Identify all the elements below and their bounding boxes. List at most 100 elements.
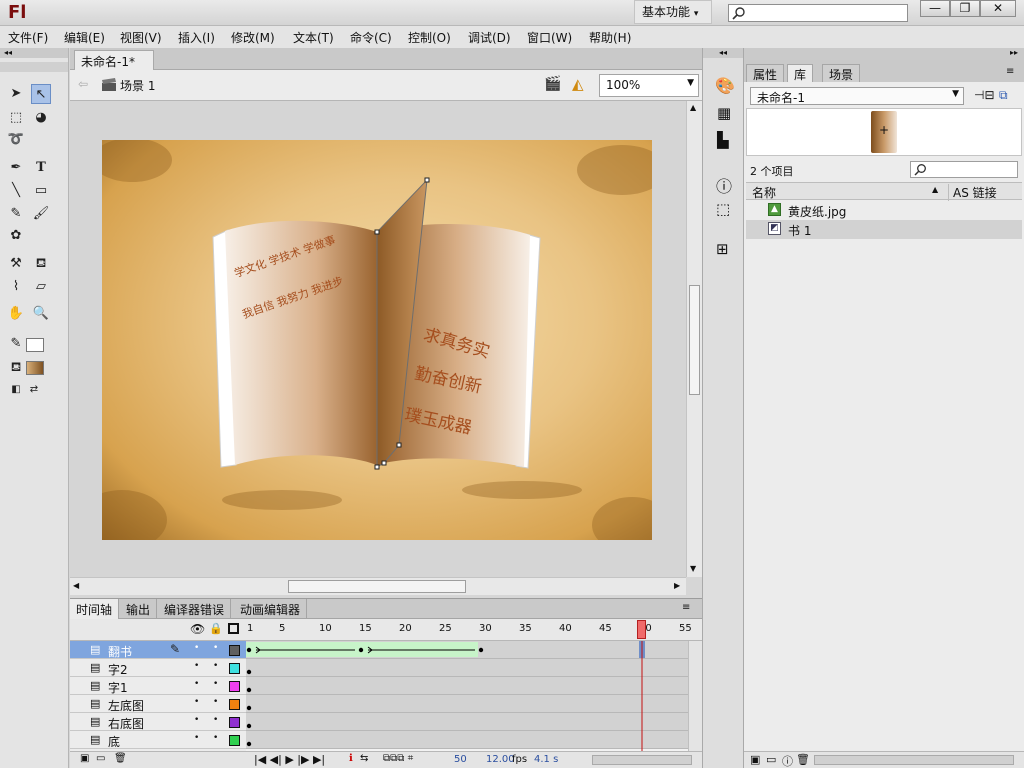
- list-item[interactable]: ▲ 黄皮纸.jpg: [746, 201, 1022, 220]
- layer-row[interactable]: ▤ 字1 • •: [70, 677, 246, 695]
- show-hide-eye-icon[interactable]: 👁: [190, 622, 205, 636]
- layer-name[interactable]: 字2: [108, 661, 128, 678]
- column-name[interactable]: 名称: [752, 184, 776, 201]
- horizontal-scroll-thumb[interactable]: [288, 580, 466, 593]
- frame-ruler[interactable]: 1510152025303540455055: [246, 619, 692, 641]
- library-search-input[interactable]: [910, 161, 1018, 178]
- rectangle-tool-icon[interactable]: ▭: [31, 181, 51, 201]
- lock-dot[interactable]: •: [213, 661, 218, 671]
- new-library-panel-icon[interactable]: ⧉: [999, 88, 1008, 103]
- layer-outline-color[interactable]: [229, 645, 240, 656]
- timeline-vertical-scrollbar[interactable]: [688, 641, 702, 751]
- zoom-select[interactable]: 100% ▼: [599, 74, 699, 97]
- minimize-button[interactable]: —: [920, 0, 950, 17]
- list-item[interactable]: ◩ 书 1: [746, 220, 1022, 239]
- center-frame-icon[interactable]: ℹ: [349, 753, 353, 764]
- layer-row[interactable]: ▤ 底 • •: [70, 731, 246, 749]
- back-arrow-icon[interactable]: ⇦: [78, 77, 88, 91]
- menu-debug[interactable]: 调试(D): [468, 29, 511, 46]
- library-document-select[interactable]: 未命名-1 ▼: [750, 87, 964, 105]
- pencil-tool-icon[interactable]: ✎: [6, 204, 26, 224]
- align-panel-icon[interactable]: ▙: [717, 131, 729, 149]
- onion-skin-icon[interactable]: ⧉⧉⧉ ⌗: [383, 753, 413, 764]
- frame-cells[interactable]: [246, 641, 688, 751]
- menu-insert[interactable]: 插入(I): [178, 29, 215, 46]
- paint-bucket-tool-icon[interactable]: ⛾: [31, 254, 51, 274]
- tab-compiler-errors[interactable]: 编译器错误: [158, 599, 232, 619]
- layer-name[interactable]: 左底图: [108, 697, 144, 714]
- lock-dot[interactable]: •: [213, 679, 218, 689]
- zoom-tool-icon[interactable]: 🔍: [31, 304, 51, 324]
- tab-motion-editor[interactable]: 动画编辑器: [234, 599, 308, 619]
- visible-dot[interactable]: •: [194, 697, 199, 707]
- visible-dot[interactable]: •: [194, 661, 199, 671]
- tab-output[interactable]: 输出: [120, 599, 158, 619]
- selection-tool-icon[interactable]: ➤: [6, 84, 26, 104]
- lock-dot[interactable]: •: [213, 697, 218, 707]
- swatches-panel-icon[interactable]: ▦: [717, 104, 731, 122]
- current-frame[interactable]: 50: [454, 754, 467, 765]
- hand-tool-icon[interactable]: ✋: [6, 304, 26, 324]
- layer-row[interactable]: ▤ 左底图 • •: [70, 695, 246, 713]
- pin-library-icon[interactable]: ⊣⊟: [974, 88, 995, 102]
- loop-icon[interactable]: ⇆: [360, 753, 368, 764]
- layer-outline-color[interactable]: [229, 717, 240, 728]
- library-horizontal-scrollbar[interactable]: [814, 755, 1014, 765]
- properties-icon[interactable]: ⓘ: [782, 753, 793, 768]
- menu-help[interactable]: 帮助(H): [589, 29, 631, 46]
- free-transform-tool-icon[interactable]: ⬚: [6, 108, 26, 128]
- vertical-scroll-thumb[interactable]: [689, 285, 700, 395]
- maximize-button[interactable]: ❐: [950, 0, 980, 17]
- stage-vertical-scrollbar[interactable]: ▲ ▼: [686, 101, 702, 577]
- transform-panel-icon[interactable]: ⬚: [716, 200, 730, 218]
- document-tab[interactable]: 未命名-1* ×: [74, 50, 154, 84]
- playhead-marker[interactable]: [637, 620, 646, 639]
- delete-icon[interactable]: 🗑: [796, 753, 810, 766]
- 3d-rotation-tool-icon[interactable]: ◕: [31, 108, 51, 128]
- bone-tool-icon[interactable]: ⚒: [6, 254, 26, 274]
- layer-outline-color[interactable]: [229, 699, 240, 710]
- brush-tool-icon[interactable]: 🖌: [31, 204, 51, 224]
- fill-color-icon[interactable]: ⛾: [6, 358, 26, 378]
- close-window-button[interactable]: ✕: [980, 0, 1016, 17]
- menu-window[interactable]: 窗口(W): [527, 29, 572, 46]
- help-search-input[interactable]: [728, 4, 908, 22]
- menu-control[interactable]: 控制(O): [408, 29, 451, 46]
- layer-row[interactable]: ▤ 字2 • •: [70, 659, 246, 677]
- components-panel-icon[interactable]: ⊞: [716, 240, 729, 258]
- tab-library[interactable]: 库: [787, 64, 814, 82]
- menu-view[interactable]: 视图(V): [120, 29, 162, 46]
- toolbar-grip[interactable]: [0, 62, 68, 72]
- stage[interactable]: 学文化 学技术 学做事 我自信 我努力 我进步 求真务实 勤奋创新 璞玉成器: [102, 140, 652, 540]
- outline-icon[interactable]: [228, 623, 239, 634]
- visible-dot[interactable]: •: [194, 733, 199, 743]
- eyedropper-tool-icon[interactable]: ⌇: [6, 277, 26, 297]
- layer-outline-color[interactable]: [229, 735, 240, 746]
- edit-symbol-icon[interactable]: ◭: [572, 75, 584, 93]
- layer-name[interactable]: 字1: [108, 679, 128, 696]
- stage-horizontal-scrollbar[interactable]: ◀ ▶: [70, 577, 686, 595]
- sort-ascending-icon[interactable]: ▲: [932, 185, 938, 194]
- info-panel-icon[interactable]: ⓘ: [716, 173, 732, 197]
- lock-dot[interactable]: •: [213, 715, 218, 725]
- layer-row[interactable]: ▤ 翻书 ✎ • •: [70, 641, 246, 659]
- visible-dot[interactable]: •: [194, 679, 199, 689]
- new-folder-icon[interactable]: ▭: [96, 753, 105, 764]
- playback-controls[interactable]: |◀ ◀| ▶ |▶ ▶|: [254, 753, 325, 766]
- layer-outline-color[interactable]: [229, 663, 240, 674]
- menu-text[interactable]: 文本(T): [293, 29, 334, 46]
- edit-scene-icon[interactable]: 🎬: [544, 76, 561, 92]
- panel-menu-icon[interactable]: ≡: [682, 602, 690, 613]
- menu-modify[interactable]: 修改(M): [231, 29, 275, 46]
- lock-icon[interactable]: 🔒: [209, 622, 223, 635]
- workspace-switcher[interactable]: 基本功能 ▾: [634, 0, 712, 24]
- collapse-arrows-icon[interactable]: ◂◂: [0, 48, 68, 58]
- tab-properties[interactable]: 属性: [746, 64, 785, 82]
- text-tool-icon[interactable]: T: [31, 158, 51, 178]
- timeline-horizontal-scrollbar[interactable]: [592, 755, 692, 765]
- menu-edit[interactable]: 编辑(E): [64, 29, 105, 46]
- lock-dot[interactable]: •: [213, 643, 218, 653]
- layer-name[interactable]: 右底图: [108, 715, 144, 732]
- tab-scene[interactable]: 场景: [822, 64, 861, 82]
- color-panel-icon[interactable]: 🎨: [715, 76, 735, 95]
